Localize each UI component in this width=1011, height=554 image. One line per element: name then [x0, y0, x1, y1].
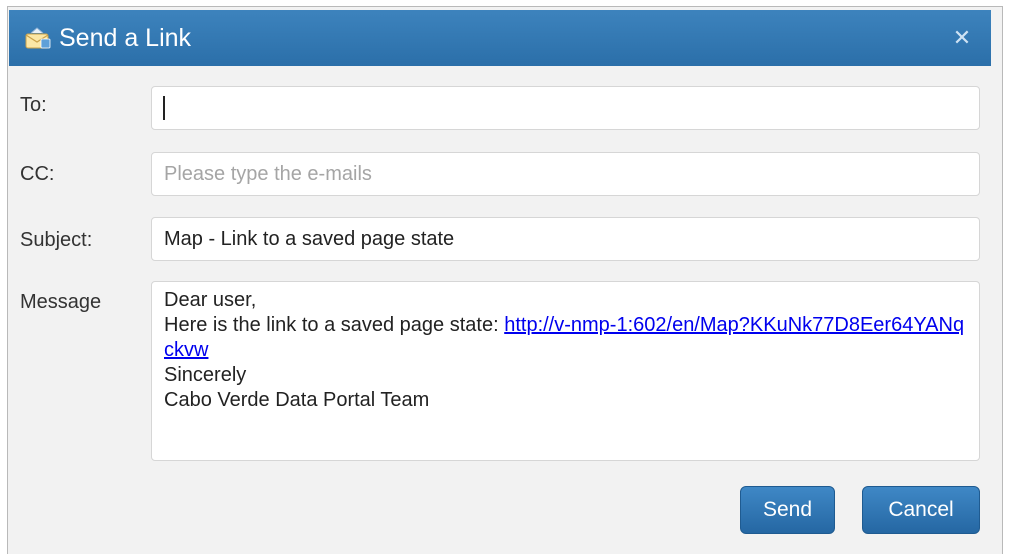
message-label: Message [20, 291, 102, 313]
to-field[interactable] [151, 86, 980, 130]
message-greeting: Dear user, [164, 289, 257, 311]
close-icon[interactable]: ✕ [947, 24, 977, 52]
send-button[interactable]: Send [740, 486, 835, 534]
cancel-button[interactable]: Cancel [862, 486, 980, 534]
text-caret [163, 96, 165, 120]
cc-field[interactable] [151, 152, 980, 196]
subject-label: Subject: [20, 229, 93, 251]
message-intro: Here is the link to a saved page state: [164, 314, 505, 336]
message-intro-line: Here is the link to a saved page state: … [164, 313, 967, 363]
message-signature: Cabo Verde Data Portal Team [164, 389, 430, 411]
dialog-title: Send a Link [59, 24, 192, 52]
subject-field[interactable] [151, 217, 980, 261]
message-closing: Sincerely [164, 364, 247, 386]
cc-label: CC: [20, 163, 55, 185]
envelope-icon [25, 27, 51, 49]
message-field[interactable]: Dear user, Here is the link to a saved p… [151, 281, 980, 461]
to-label: To: [20, 94, 47, 116]
dialog-titlebar: Send a Link ✕ [9, 10, 991, 66]
